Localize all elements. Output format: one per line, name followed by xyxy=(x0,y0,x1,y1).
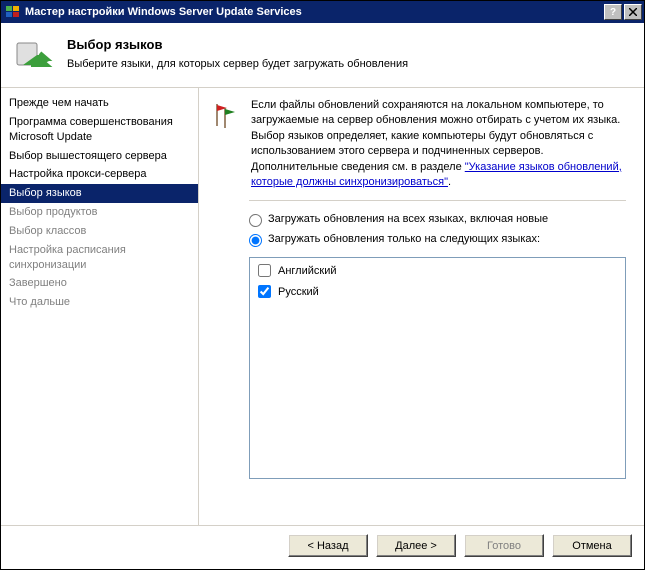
sidebar-step-5[interactable]: Выбор продуктов xyxy=(1,203,198,222)
language-mode-radio-group: Загружать обновления на всех языках, вкл… xyxy=(249,213,626,253)
security-shield-icon xyxy=(13,37,53,77)
main-panel: Если файлы обновлений сохраняются на лок… xyxy=(199,88,644,525)
back-button[interactable]: < Назад xyxy=(288,534,368,557)
radio-all-languages-label[interactable]: Загружать обновления на всех языках, вкл… xyxy=(268,213,548,225)
button-bar: < Назад Далее > Готово Отмена xyxy=(1,525,644,569)
sidebar-step-9[interactable]: Что дальше xyxy=(1,293,198,312)
window-title: Мастер настройки Windows Server Update S… xyxy=(25,6,604,18)
body-area: Прежде чем начатьПрограмма совершенствов… xyxy=(1,88,644,525)
app-icon xyxy=(5,4,21,20)
page-title: Выбор языков xyxy=(67,37,408,52)
radio-specific-languages[interactable] xyxy=(249,234,262,247)
radio-specific-languages-label[interactable]: Загружать обновления только на следующих… xyxy=(268,233,540,245)
radio-all-languages[interactable] xyxy=(249,214,262,227)
wizard-steps-sidebar: Прежде чем начатьПрограмма совершенствов… xyxy=(1,88,199,525)
window-controls: ? xyxy=(604,4,642,20)
language-item[interactable]: Русский xyxy=(252,281,623,302)
language-checkbox[interactable] xyxy=(258,285,271,298)
sidebar-step-6[interactable]: Выбор классов xyxy=(1,222,198,241)
close-button[interactable] xyxy=(624,4,642,20)
sidebar-step-1[interactable]: Программа совершенствования Microsoft Up… xyxy=(1,113,198,147)
finish-button: Готово xyxy=(464,534,544,557)
language-item[interactable]: Английский xyxy=(252,260,623,281)
sidebar-step-4[interactable]: Выбор языков xyxy=(1,184,198,203)
page-subtitle: Выберите языки, для которых сервер будет… xyxy=(67,58,408,70)
sidebar-step-0[interactable]: Прежде чем начать xyxy=(1,94,198,113)
language-label[interactable]: Английский xyxy=(278,265,337,277)
description-text: Если файлы обновлений сохраняются на лок… xyxy=(251,98,626,190)
next-button[interactable]: Далее > xyxy=(376,534,456,557)
flags-icon xyxy=(211,100,239,128)
language-checkbox[interactable] xyxy=(258,264,271,277)
header-text: Выбор языков Выберите языки, для которых… xyxy=(67,37,408,77)
languages-listbox[interactable]: Английский Русский xyxy=(249,257,626,479)
wizard-window: Мастер настройки Windows Server Update S… xyxy=(0,0,645,570)
wizard-header: Выбор языков Выберите языки, для которых… xyxy=(1,23,644,88)
sidebar-step-7[interactable]: Настройка расписания синхронизации xyxy=(1,241,198,275)
content-area: Выбор языков Выберите языки, для которых… xyxy=(1,23,644,569)
sidebar-step-2[interactable]: Выбор вышестоящего сервера xyxy=(1,147,198,166)
sidebar-step-3[interactable]: Настройка прокси-сервера xyxy=(1,165,198,184)
titlebar: Мастер настройки Windows Server Update S… xyxy=(1,1,644,23)
help-button[interactable]: ? xyxy=(604,4,622,20)
language-label[interactable]: Русский xyxy=(278,286,319,298)
description-row: Если файлы обновлений сохраняются на лок… xyxy=(211,98,626,190)
separator xyxy=(249,200,626,201)
cancel-button[interactable]: Отмена xyxy=(552,534,632,557)
sidebar-step-8[interactable]: Завершено xyxy=(1,274,198,293)
